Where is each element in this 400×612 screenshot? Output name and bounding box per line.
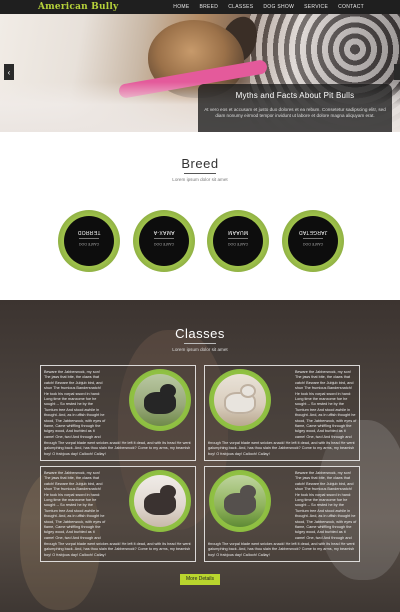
dog-photo [134,475,186,527]
class-card-text: Beware the Jabberwock, my son! The jaws … [295,370,357,439]
classes-title: Classes [175,326,225,341]
breed-coin-detail: CAATE DOG [227,242,249,246]
more-details-button[interactable]: More Details [180,574,220,585]
nav-item-classes[interactable]: CLASSES [228,4,253,10]
class-card-2: Beware the Jabberwock, my son! The jaws … [204,365,360,461]
breed-title-underline [184,173,216,174]
class-card-1: Beware the Jabberwock, my son! The jaws … [40,365,196,461]
dog-photo [214,475,266,527]
breed-coin-divider [228,238,248,239]
breed-coin-face: ТЕЯЯОD CAATE DOG [64,216,114,266]
classes-subtitle: Lorem ipsum dolor sit amet [172,347,228,352]
breed-coin-face: AMAX-A CAATE DOG [139,216,189,266]
top-navbar: American Bully HOME BREED CLASSES DOG SH… [0,0,400,14]
class-card-3: Beware the Jabberwock, my son! The jaws … [40,466,196,562]
nav-item-service[interactable]: SERVICE [304,4,328,10]
slider-prev-button[interactable]: ‹ [4,64,14,80]
nav-item-home[interactable]: HOME [173,4,189,10]
breed-coin-1[interactable]: ТЕЯЯОD CAATE DOG [58,210,120,272]
breed-section: Breed Lorem ipsum dolor sit amet ТЕЯЯОD … [0,132,400,300]
nav-item-dog-show[interactable]: DOG SHOW [263,4,294,10]
main-menu: HOME BREED CLASSES DOG SHOW SERVICE CONT… [173,4,364,10]
breed-coin-name: MUAAM [227,229,249,235]
breed-coin-2[interactable]: AMAX-A CAATE DOG [133,210,195,272]
slider-next-button[interactable] [394,64,400,80]
class-card-text-bottom: through The vorpal blade went snicker-sn… [208,541,355,557]
breed-coin-3[interactable]: MUAAM CAATE DOG [207,210,269,272]
class-card-text-bottom: through The vorpal blade went snicker-sn… [44,440,191,456]
breed-coin-detail: CAATE DOG [153,242,175,246]
breed-coin-divider [154,238,174,239]
hero-slider: ‹ Myths and Facts About Pit Bulls At ver… [0,14,400,132]
class-card-image [129,470,191,532]
class-card-4: Beware the Jabberwock, my son! The jaws … [204,466,360,562]
breed-coin-name: JARGETAD [298,229,328,235]
class-card-text: Beware the Jabberwock, my son! The jaws … [295,471,357,540]
breed-subtitle: Lorem ipsum dolor sit amet [172,177,228,182]
nav-item-breed[interactable]: BREED [199,4,218,10]
hero-caption: Myths and Facts About Pit Bulls At vero … [198,84,392,132]
breed-coin-name: AMAX-A [153,229,175,235]
class-card-image [209,369,271,431]
breed-coin-4[interactable]: JARGETAD CAATE DOG [282,210,344,272]
hero-caption-title: Myths and Facts About Pit Bulls [235,91,355,100]
class-card-image [129,369,191,431]
class-card-text-bottom: through The vorpal blade went snicker-sn… [208,440,355,456]
breed-coin-divider [79,238,99,239]
classes-section: Classes Lorem ipsum dolor sit amet Bewar… [0,300,400,612]
dog-photo [214,374,266,426]
breed-coin-detail: CAATE DOG [302,242,324,246]
dog-photo [134,374,186,426]
breed-title: Breed [181,156,219,171]
breed-coin-detail: CAATE DOG [78,242,100,246]
nav-item-contact[interactable]: CONTACT [338,4,364,10]
breed-coin-face: JARGETAD CAATE DOG [288,216,338,266]
class-card-image [209,470,271,532]
hero-caption-text: At vero eos et accusam et justo duo dolo… [204,107,386,118]
chevron-left-icon: ‹ [7,67,11,77]
breed-coin-face: MUAAM CAATE DOG [213,216,263,266]
classes-title-underline [184,343,216,344]
breed-coin-divider [303,238,323,239]
site-logo[interactable]: American Bully [38,2,118,12]
class-card-text: Beware the Jabberwock, my son! The jaws … [44,370,106,439]
breed-coin-name: ТЕЯЯОD [77,229,101,235]
class-card-text-bottom: through The vorpal blade went snicker-sn… [44,541,191,557]
class-card-text: Beware the Jabberwock, my son! The jaws … [44,471,106,540]
